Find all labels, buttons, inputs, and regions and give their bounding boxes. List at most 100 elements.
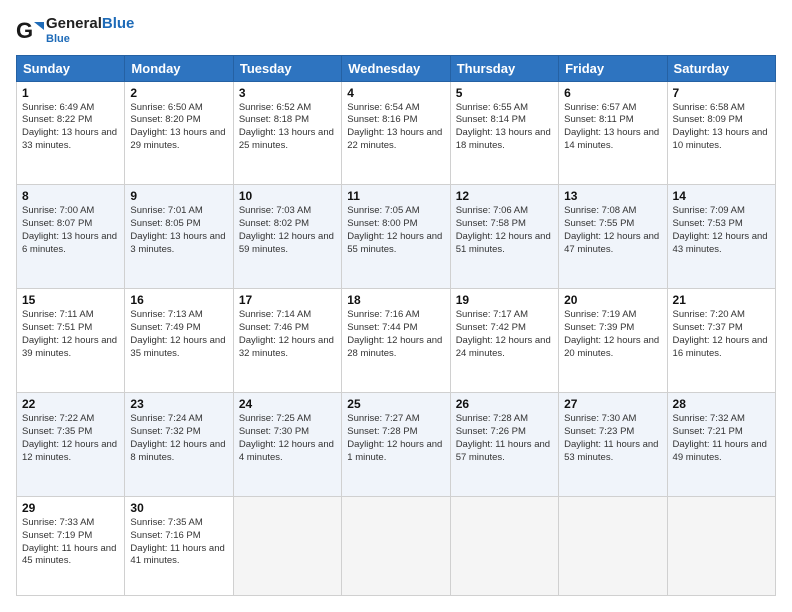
day-info: Sunrise: 6:58 AMSunset: 8:09 PMDaylight:… (673, 102, 770, 153)
day-number: 4 (347, 86, 444, 100)
day-number: 23 (130, 397, 227, 411)
calendar-cell: 4 Sunrise: 6:54 AMSunset: 8:16 PMDaylight… (342, 81, 450, 185)
calendar-cell: 20 Sunrise: 7:19 AMSunset: 7:39 PMDayligh… (559, 289, 667, 393)
day-info: Sunrise: 7:24 AMSunset: 7:32 PMDaylight:… (130, 413, 227, 464)
col-monday: Monday (125, 55, 233, 81)
day-number: 19 (456, 293, 553, 307)
day-number: 24 (239, 397, 336, 411)
calendar-cell: 26 Sunrise: 7:28 AMSunset: 7:26 PMDayligh… (450, 393, 558, 497)
day-info: Sunrise: 7:32 AMSunset: 7:21 PMDaylight:… (673, 413, 770, 464)
day-number: 26 (456, 397, 553, 411)
col-saturday: Saturday (667, 55, 775, 81)
col-wednesday: Wednesday (342, 55, 450, 81)
day-info: Sunrise: 7:09 AMSunset: 7:53 PMDaylight:… (673, 205, 770, 256)
calendar: Sunday Monday Tuesday Wednesday Thursday… (16, 55, 776, 597)
calendar-week-row: 8 Sunrise: 7:00 AMSunset: 8:07 PMDaylight… (17, 185, 776, 289)
calendar-cell: 6 Sunrise: 6:57 AMSunset: 8:11 PMDaylight… (559, 81, 667, 185)
col-sunday: Sunday (17, 55, 125, 81)
day-number: 28 (673, 397, 770, 411)
day-info: Sunrise: 7:01 AMSunset: 8:05 PMDaylight:… (130, 205, 227, 256)
day-number: 17 (239, 293, 336, 307)
day-info: Sunrise: 7:13 AMSunset: 7:49 PMDaylight:… (130, 309, 227, 360)
day-info: Sunrise: 6:52 AMSunset: 8:18 PMDaylight:… (239, 102, 336, 153)
day-info: Sunrise: 7:14 AMSunset: 7:46 PMDaylight:… (239, 309, 336, 360)
calendar-cell: 19 Sunrise: 7:17 AMSunset: 7:42 PMDayligh… (450, 289, 558, 393)
calendar-week-row: 15Sunrise: 7:11 AMSunset: 7:51 PMDayligh… (17, 289, 776, 393)
day-info: Sunrise: 6:54 AMSunset: 8:16 PMDaylight:… (347, 102, 444, 153)
calendar-week-row: 1 Sunrise: 6:49 AMSunset: 8:22 PMDaylight… (17, 81, 776, 185)
day-number: 1 (22, 86, 119, 100)
calendar-cell (559, 496, 667, 595)
day-number: 12 (456, 189, 553, 203)
page: G GeneralBlue Blue Sunday Monday Tuesday… (0, 0, 792, 612)
calendar-cell: 16Sunrise: 7:13 AMSunset: 7:49 PMDayligh… (125, 289, 233, 393)
day-info: Sunrise: 7:27 AMSunset: 7:28 PMDaylight:… (347, 413, 444, 464)
calendar-cell (450, 496, 558, 595)
calendar-cell (342, 496, 450, 595)
day-info: Sunrise: 7:28 AMSunset: 7:26 PMDaylight:… (456, 413, 553, 464)
calendar-cell: 23 Sunrise: 7:24 AMSunset: 7:32 PMDayligh… (125, 393, 233, 497)
day-number: 15 (22, 293, 119, 307)
calendar-cell: 13Sunrise: 7:08 AMSunset: 7:55 PMDayligh… (559, 185, 667, 289)
day-number: 7 (673, 86, 770, 100)
day-number: 27 (564, 397, 661, 411)
day-number: 21 (673, 293, 770, 307)
day-info: Sunrise: 6:50 AMSunset: 8:20 PMDaylight:… (130, 102, 227, 153)
logo: G GeneralBlue Blue (16, 16, 134, 45)
calendar-cell: 3 Sunrise: 6:52 AMSunset: 8:18 PMDaylight… (233, 81, 341, 185)
calendar-cell: 10 Sunrise: 7:03 AMSunset: 8:02 PMDayligh… (233, 185, 341, 289)
svg-text:G: G (16, 18, 33, 43)
day-number: 22 (22, 397, 119, 411)
col-tuesday: Tuesday (233, 55, 341, 81)
day-info: Sunrise: 7:19 AMSunset: 7:39 PMDaylight:… (564, 309, 661, 360)
calendar-cell: 25 Sunrise: 7:27 AMSunset: 7:28 PMDayligh… (342, 393, 450, 497)
calendar-cell: 8 Sunrise: 7:00 AMSunset: 8:07 PMDaylight… (17, 185, 125, 289)
calendar-week-row: 29Sunrise: 7:33 AMSunset: 7:19 PMDayligh… (17, 496, 776, 595)
calendar-cell: 18Sunrise: 7:16 AMSunset: 7:44 PMDayligh… (342, 289, 450, 393)
day-number: 25 (347, 397, 444, 411)
calendar-cell (233, 496, 341, 595)
day-number: 14 (673, 189, 770, 203)
day-number: 6 (564, 86, 661, 100)
day-info: Sunrise: 6:57 AMSunset: 8:11 PMDaylight:… (564, 102, 661, 153)
day-number: 20 (564, 293, 661, 307)
calendar-cell: 30Sunrise: 7:35 AMSunset: 7:16 PMDayligh… (125, 496, 233, 595)
calendar-header-row: Sunday Monday Tuesday Wednesday Thursday… (17, 55, 776, 81)
day-number: 8 (22, 189, 119, 203)
header: G GeneralBlue Blue (16, 16, 776, 45)
day-info: Sunrise: 6:55 AMSunset: 8:14 PMDaylight:… (456, 102, 553, 153)
calendar-cell: 14 Sunrise: 7:09 AMSunset: 7:53 PMDayligh… (667, 185, 775, 289)
day-info: Sunrise: 7:03 AMSunset: 8:02 PMDaylight:… (239, 205, 336, 256)
logo-tagline: Blue (46, 33, 134, 45)
day-info: Sunrise: 7:20 AMSunset: 7:37 PMDaylight:… (673, 309, 770, 360)
day-number: 11 (347, 189, 444, 203)
day-info: Sunrise: 7:17 AMSunset: 7:42 PMDaylight:… (456, 309, 553, 360)
logo-general: General (46, 15, 102, 32)
day-number: 5 (456, 86, 553, 100)
day-number: 3 (239, 86, 336, 100)
day-info: Sunrise: 7:30 AMSunset: 7:23 PMDaylight:… (564, 413, 661, 464)
day-info: Sunrise: 7:25 AMSunset: 7:30 PMDaylight:… (239, 413, 336, 464)
day-info: Sunrise: 7:05 AMSunset: 8:00 PMDaylight:… (347, 205, 444, 256)
day-info: Sunrise: 6:49 AMSunset: 8:22 PMDaylight:… (22, 102, 119, 153)
logo-blue: Blue (102, 15, 135, 32)
calendar-cell: 5 Sunrise: 6:55 AMSunset: 8:14 PMDaylight… (450, 81, 558, 185)
calendar-cell: 7 Sunrise: 6:58 AMSunset: 8:09 PMDaylight… (667, 81, 775, 185)
calendar-cell: 24 Sunrise: 7:25 AMSunset: 7:30 PMDayligh… (233, 393, 341, 497)
calendar-cell: 2 Sunrise: 6:50 AMSunset: 8:20 PMDaylight… (125, 81, 233, 185)
day-number: 9 (130, 189, 227, 203)
calendar-cell: 28 Sunrise: 7:32 AMSunset: 7:21 PMDayligh… (667, 393, 775, 497)
calendar-cell: 11 Sunrise: 7:05 AMSunset: 8:00 PMDayligh… (342, 185, 450, 289)
calendar-cell: 29Sunrise: 7:33 AMSunset: 7:19 PMDayligh… (17, 496, 125, 595)
col-friday: Friday (559, 55, 667, 81)
day-number: 10 (239, 189, 336, 203)
day-info: Sunrise: 7:16 AMSunset: 7:44 PMDaylight:… (347, 309, 444, 360)
day-number: 2 (130, 86, 227, 100)
calendar-cell: 15Sunrise: 7:11 AMSunset: 7:51 PMDayligh… (17, 289, 125, 393)
calendar-cell: 21 Sunrise: 7:20 AMSunset: 7:37 PMDayligh… (667, 289, 775, 393)
day-info: Sunrise: 7:00 AMSunset: 8:07 PMDaylight:… (22, 205, 119, 256)
day-number: 29 (22, 501, 119, 515)
calendar-cell: 9 Sunrise: 7:01 AMSunset: 8:05 PMDaylight… (125, 185, 233, 289)
day-number: 13 (564, 189, 661, 203)
day-info: Sunrise: 7:06 AMSunset: 7:58 PMDaylight:… (456, 205, 553, 256)
